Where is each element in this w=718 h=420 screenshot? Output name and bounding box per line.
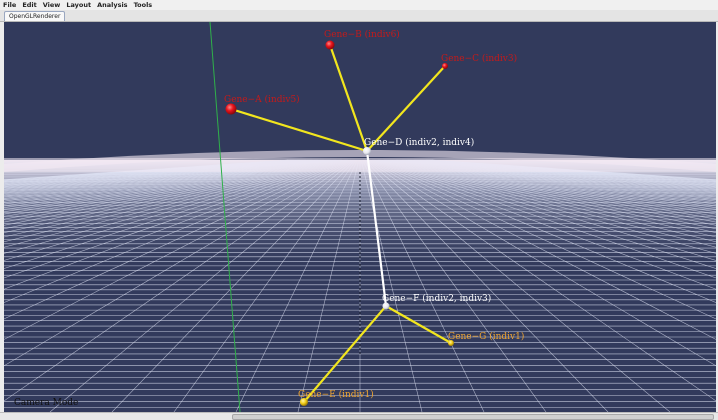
edge-gene-d-gene-a bbox=[229, 107, 369, 153]
menu-analysis[interactable]: Analysis bbox=[94, 0, 130, 10]
tab-opengl-renderer[interactable]: OpenGLRenderer bbox=[4, 11, 66, 21]
camera-mode-label: Camera Mode bbox=[14, 398, 79, 408]
label-gene-a: Gene−A (indiv5) bbox=[224, 94, 300, 105]
label-gene-d: Gene−D (indiv2, indiv4) bbox=[364, 137, 474, 148]
node-gene-a[interactable] bbox=[225, 103, 237, 115]
node-gene-b[interactable] bbox=[325, 40, 335, 50]
label-gene-c: Gene−C (indiv3) bbox=[441, 53, 517, 64]
node-gene-d[interactable] bbox=[363, 147, 371, 155]
label-gene-b: Gene−B (indiv6) bbox=[324, 29, 400, 40]
scrollbar-thumb[interactable] bbox=[232, 414, 714, 420]
scene-canvas[interactable]: Gene−A (indiv5) Gene−B (indiv6) Gene−C (in… bbox=[4, 22, 716, 412]
menu-tools[interactable]: Tools bbox=[131, 0, 156, 10]
menu-file[interactable]: File bbox=[0, 0, 19, 10]
label-gene-e: Gene−E (indiv1) bbox=[298, 389, 374, 400]
menu-edit[interactable]: Edit bbox=[19, 0, 39, 10]
menu-bar: File Edit View Layout Analysis Tools bbox=[0, 0, 718, 10]
edge-gene-d-gene-b bbox=[328, 43, 369, 153]
menu-view[interactable]: View bbox=[40, 0, 64, 10]
menu-layout[interactable]: Layout bbox=[63, 0, 94, 10]
tab-strip: OpenGLRenderer bbox=[0, 10, 718, 22]
label-gene-f: Gene−F (indiv2, indiv3) bbox=[382, 293, 491, 304]
label-gene-g: Gene−G (indiv1) bbox=[448, 331, 524, 342]
opengl-viewport[interactable]: Gene−A (indiv5) Gene−B (indiv6) Gene−C (in… bbox=[4, 22, 716, 412]
